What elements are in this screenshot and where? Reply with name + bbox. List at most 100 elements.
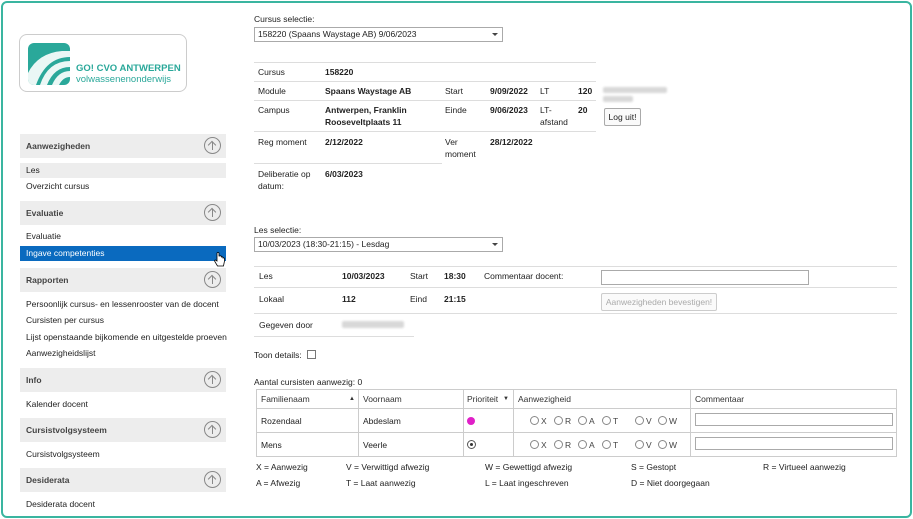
section-desiderata[interactable]: Desiderata [20, 468, 226, 492]
ver-moment-label-line2: moment [445, 149, 476, 159]
sidebar-item-openstaande-proeven[interactable]: Lijst openstaande bijkomende en uitgeste… [20, 330, 227, 345]
legend-item: L = Laat ingeschreven [485, 478, 569, 488]
radio-a[interactable] [578, 440, 587, 449]
reg-moment-value: 2/12/2022 [325, 137, 363, 147]
radio-label: V [646, 440, 652, 450]
sidebar-item-overzicht-cursus[interactable]: Overzicht cursus [20, 179, 226, 194]
filter-dropdown-icon[interactable]: ▼ [503, 396, 509, 402]
app-frame: GO! CVO ANTWERPEN volwassenenonderwijs A… [1, 1, 912, 518]
radio-x[interactable] [530, 440, 539, 449]
user-name-redacted [603, 87, 667, 93]
radio-x[interactable] [530, 416, 539, 425]
lokaal-label: Lokaal [259, 294, 285, 304]
start-value: 9/09/2022 [490, 86, 528, 96]
toon-details-label: Toon details: [254, 350, 302, 360]
row1-voornaam: Abdeslam [363, 416, 401, 426]
toon-details-checkbox[interactable] [307, 350, 316, 359]
header-voornaam[interactable]: Voornaam [363, 394, 402, 404]
lt-label: LT [540, 86, 550, 96]
section-evaluatie[interactable]: Evaluatie [20, 201, 226, 225]
sidebar-item-cursisten-per-cursus[interactable]: Cursisten per cursus [20, 313, 226, 328]
row2-commentaar-input[interactable] [695, 437, 893, 450]
radio-t[interactable] [602, 440, 611, 449]
row2-voornaam: Veerle [363, 440, 388, 450]
radio-r[interactable] [554, 416, 563, 425]
logout-button[interactable]: Log uit! [604, 108, 641, 126]
lt-afstand-label-line2: afstand [540, 117, 568, 127]
collapse-up-icon[interactable] [204, 471, 221, 488]
lt-afstand-label-line1: LT- [540, 105, 552, 115]
lesson-select-value: 10/03/2023 (18:30-21:15) - Lesdag [258, 239, 390, 249]
section-rapporten[interactable]: Rapporten [20, 268, 226, 292]
legend-item: D = Niet doorgegaan [631, 478, 710, 488]
confirm-attendance-button[interactable]: Aanwezigheden bevestigen! [601, 293, 717, 311]
header-prioriteit[interactable]: Prioriteit [467, 394, 498, 404]
ver-moment-value: 28/12/2022 [490, 137, 533, 147]
brand-subtitle: volwassenenonderwijs [76, 74, 172, 85]
section-label: Aanwezigheden [26, 141, 91, 151]
section-info[interactable]: Info [20, 368, 226, 392]
collapse-up-icon[interactable] [204, 204, 221, 221]
radio-a[interactable] [578, 416, 587, 425]
radio-v[interactable] [635, 416, 644, 425]
chevron-down-icon [492, 33, 498, 36]
section-aanwezigheden[interactable]: Aanwezigheden [20, 134, 226, 158]
deliberatie-label-line1: Deliberatie op [258, 169, 311, 179]
lesson-select[interactable]: 10/03/2023 (18:30-21:15) - Lesdag [254, 237, 503, 252]
user-role-redacted [603, 96, 633, 102]
column-divider [513, 390, 514, 456]
sidebar-item-les[interactable]: Les [20, 163, 226, 178]
collapse-up-icon[interactable] [204, 137, 221, 154]
lesson-eind-value: 21:15 [444, 294, 466, 304]
row1-commentaar-input[interactable] [695, 413, 893, 426]
lesson-select-label: Les selectie: [254, 225, 302, 235]
collapse-up-icon[interactable] [204, 421, 221, 438]
sidebar-item-lessenrooster[interactable]: Persoonlijk cursus- en lessenrooster van… [20, 297, 226, 312]
deliberatie-value: 6/03/2023 [325, 169, 363, 179]
row2-familienaam: Mens [261, 440, 282, 450]
students-table: Familienaam ▲ Voornaam Prioriteit ▼ Aanw… [256, 389, 897, 457]
radio-w[interactable] [658, 416, 667, 425]
radio-r[interactable] [554, 440, 563, 449]
collapse-up-icon[interactable] [204, 371, 221, 388]
les-label: Les [259, 271, 273, 281]
brand-logo: GO! CVO ANTWERPEN volwassenenonderwijs [19, 34, 187, 92]
section-label: Desiderata [26, 475, 70, 485]
deliberatie-label-line2: datum: [258, 181, 284, 191]
course-select-value: 158220 (Spaans Waystage AB) 9/06/2023 [258, 29, 417, 39]
column-divider [690, 390, 691, 456]
collapse-up-icon[interactable] [204, 271, 221, 288]
header-familienaam[interactable]: Familienaam [261, 394, 310, 404]
sidebar-item-ingave-competenties[interactable]: Ingave competenties [20, 246, 226, 261]
legend-item: S = Gestopt [631, 462, 677, 472]
sidebar-item-evaluatie[interactable]: Evaluatie [20, 229, 226, 244]
legend-item: R = Virtueel aanwezig [763, 462, 846, 472]
row-divider [257, 432, 896, 433]
radio-label: V [646, 416, 652, 426]
radio-t[interactable] [602, 416, 611, 425]
radio-v[interactable] [635, 440, 644, 449]
logo-mark-icon [28, 43, 70, 85]
sidebar-item-desiderata-docent[interactable]: Desiderata docent [20, 497, 226, 512]
divider [254, 287, 897, 288]
radio-label: R [565, 440, 572, 450]
radio-label: A [589, 416, 595, 426]
sort-asc-icon[interactable]: ▲ [349, 396, 355, 402]
sidebar-item-kalender-docent[interactable]: Kalender docent [20, 397, 226, 412]
legend-item: W = Gewettigd afwezig [485, 462, 573, 472]
attendance-count: Aantal cursisten aanwezig: 0 [254, 377, 363, 387]
divider [254, 163, 442, 164]
module-value: Spaans Waystage AB [325, 86, 412, 96]
campus-label: Campus [258, 105, 290, 115]
sidebar-item-cursistvolgsysteem[interactable]: Cursistvolgsysteem [20, 447, 226, 462]
header-aanwezigheid: Aanwezigheid [518, 394, 571, 404]
commentaar-docent-label: Commentaar docent: [484, 271, 564, 281]
sidebar-item-aanwezigheidslijst[interactable]: Aanwezigheidslijst [20, 346, 226, 361]
commentaar-docent-input[interactable] [601, 270, 809, 285]
divider [254, 100, 596, 101]
brand-title: GO! CVO ANTWERPEN [76, 63, 181, 74]
section-cursistvolgsysteem[interactable]: Cursistvolgsysteem [20, 418, 226, 442]
radio-w[interactable] [658, 440, 667, 449]
course-select[interactable]: 158220 (Spaans Waystage AB) 9/06/2023 [254, 27, 503, 42]
column-divider [358, 390, 359, 456]
